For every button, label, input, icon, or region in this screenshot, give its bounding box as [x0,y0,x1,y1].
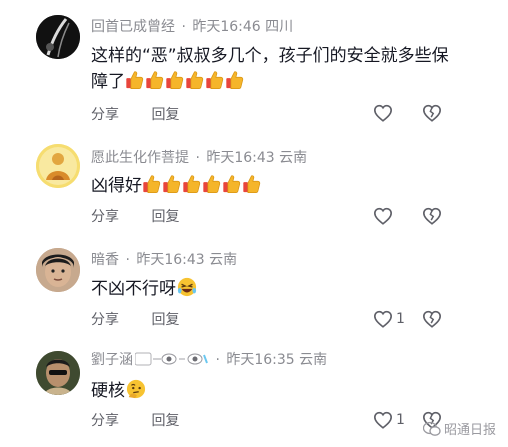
dislike-button[interactable] [422,310,442,332]
watermark-text: 昭通日报 [443,423,496,438]
username[interactable]: 愿此生化作菩提 [91,150,189,166]
like-count: 1 [396,311,405,327]
comment-text: 不凶不行呀 [91,276,451,305]
location: 四川 [265,19,294,35]
share-button[interactable]: 分享 [91,312,119,328]
comment-meta: 愿此生化作菩提 · 昨天16:43 云南 [91,150,308,166]
comment-text: 硬核 [91,378,451,407]
thumbs-up-icon [206,71,224,89]
thumbs-up-icon [226,71,244,89]
thumbs-up-icon [163,175,181,193]
heart-icon [373,104,393,122]
share-button[interactable]: 分享 [91,413,119,429]
comment-actions: 分享 回复 [91,208,207,226]
comment-meta: 劉子涵 · 昨天16:35 云南 [91,351,327,372]
comment-meta: 回首已成曾经 · 昨天16:46 四川 [91,19,294,35]
timestamp: 昨天16:35 [226,352,295,368]
thumbs-up-icon [183,175,201,193]
avatar[interactable] [36,15,80,59]
comment-meta: 暗香 · 昨天16:43 云南 [91,252,238,268]
username[interactable]: 回首已成曾经 [91,19,175,35]
heart-icon [373,310,393,328]
thumbs-up-emoji-group [125,70,245,98]
timestamp: 昨天16:46 [192,19,261,35]
like-button[interactable]: 1 [373,411,405,429]
avatar[interactable] [36,351,80,395]
timestamp: 昨天16:43 [206,150,275,166]
avatar[interactable] [36,248,80,292]
comment-body: 硬核 [91,381,125,401]
broken-heart-icon [422,310,442,328]
share-button[interactable]: 分享 [91,107,119,123]
thumbs-up-emoji-group [142,174,262,202]
heart-icon [373,207,393,225]
dislike-button[interactable] [422,207,442,229]
comment-text: 这样的“恶”叔叔多几个，孩子们的安全就多些保障了 [91,43,451,98]
thinking-face-emoji [125,379,147,407]
thumbs-up-icon [166,71,184,89]
comment-body: 凶得好 [91,176,142,196]
reply-button[interactable]: 回复 [151,312,179,328]
thumbs-up-icon [243,175,261,193]
laughing-face-emoji [176,277,198,305]
broken-heart-icon [422,104,442,122]
comment-actions: 分享 回复 [91,412,207,430]
comment-text: 凶得好 [91,173,451,202]
wechat-logo-icon [422,421,441,436]
thumbs-up-icon [203,175,221,193]
like-button[interactable]: 1 [373,310,405,328]
reply-button[interactable]: 回复 [151,413,179,429]
thumbs-up-icon [143,175,161,193]
watermark: 昭通日报 [422,419,496,438]
dislike-button[interactable] [422,104,442,126]
heart-icon [373,411,393,429]
like-button[interactable] [373,104,396,122]
comment-actions: 分享 回复 [91,311,207,329]
share-button[interactable]: 分享 [91,209,119,225]
thumbs-up-icon [146,71,164,89]
username[interactable]: 暗香 [91,252,119,268]
thumbs-up-icon [223,175,241,193]
username[interactable]: 劉子涵 [91,352,133,368]
location: 云南 [279,150,308,166]
comment-body: 不凶不行呀 [91,279,176,299]
location: 云南 [209,252,238,268]
comment-actions: 分享 回复 [91,106,207,124]
thumbs-up-icon [126,71,144,89]
reply-button[interactable]: 回复 [151,107,179,123]
broken-heart-icon [422,207,442,225]
like-button[interactable] [373,207,396,225]
eye-emoji-group [134,351,209,372]
thumbs-up-icon [186,71,204,89]
timestamp: 昨天16:43 [136,252,205,268]
like-count: 1 [396,412,405,428]
reply-button[interactable]: 回复 [151,209,179,225]
location: 云南 [299,352,328,368]
avatar[interactable] [36,144,80,188]
